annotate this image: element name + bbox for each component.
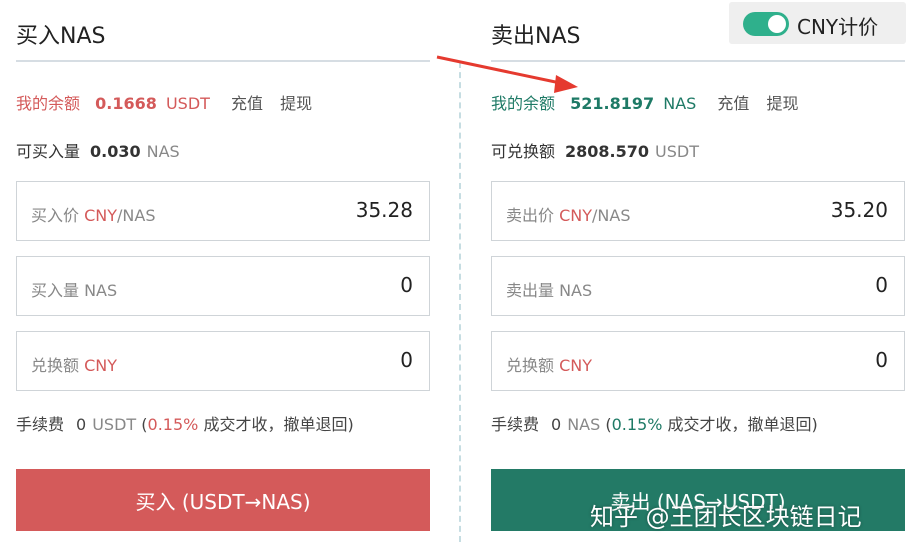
buy-panel: 买入NAS 我的余额 0.1668 USDT 充值 提现 可买入量 0.030 NA…: [16, 0, 430, 554]
sell-fee-row: 手续费 0 NAS (0.15% 成交才收，撤单退回): [491, 415, 818, 434]
title-divider: [491, 60, 905, 62]
exchange-field-value[interactable]: 0: [875, 348, 888, 372]
buy-exchange-input[interactable]: 兑换额 CNY 0: [16, 331, 430, 391]
fee-unit: USDT: [92, 415, 137, 434]
buy-balance-row: 我的余额 0.1668 USDT 充值 提现: [16, 90, 324, 114]
sell-available-row: 可兑换额 2808.570 USDT: [491, 138, 699, 162]
available-label: 可兑换额: [491, 142, 556, 161]
buy-price-input[interactable]: 买入价 CNY/NAS 35.28: [16, 181, 430, 241]
fee-label: 手续费: [491, 415, 540, 434]
available-unit: USDT: [655, 142, 699, 161]
balance-label: 我的余额: [16, 94, 81, 113]
panel-divider: [459, 62, 461, 542]
price-field-label: 买入价 CNY/NAS: [31, 206, 156, 225]
fee-rate: 0.15%: [147, 415, 199, 434]
title-divider: [16, 60, 430, 62]
fee-rate: 0.15%: [611, 415, 663, 434]
sell-amount-input[interactable]: 卖出量 NAS 0: [491, 256, 905, 316]
price-field-label: 卖出价 CNY/NAS: [506, 206, 631, 225]
buy-fee-row: 手续费 0 USDT (0.15% 成交才收，撤单退回): [16, 415, 354, 434]
balance-unit: NAS: [663, 94, 697, 113]
balance-unit: USDT: [165, 94, 210, 113]
balance-value: 521.8197: [570, 94, 655, 113]
fee-label: 手续费: [16, 415, 65, 434]
amount-field-value[interactable]: 0: [875, 273, 888, 297]
sell-title: 卖出NAS: [491, 24, 581, 49]
amount-field-label: 卖出量 NAS: [506, 281, 593, 300]
recharge-link[interactable]: 充值: [717, 94, 749, 113]
buy-amount-input[interactable]: 买入量 NAS 0: [16, 256, 430, 316]
balance-label: 我的余额: [491, 94, 556, 113]
fee-note: 成交才收，撤单退回): [203, 415, 354, 434]
price-field-value[interactable]: 35.28: [356, 198, 413, 222]
fee-value: 0: [76, 415, 87, 434]
price-field-value[interactable]: 35.20: [831, 198, 888, 222]
available-value: 0.030: [90, 142, 141, 161]
fee-unit: NAS: [567, 415, 601, 434]
fee-value: 0: [551, 415, 562, 434]
buy-available-row: 可买入量 0.030 NAS: [16, 138, 180, 162]
buy-title: 买入NAS: [16, 24, 106, 49]
buy-button[interactable]: 买入 (USDT→NAS): [16, 469, 430, 531]
withdraw-link[interactable]: 提现: [280, 94, 312, 113]
exchange-field-label: 兑换额 CNY: [506, 356, 593, 375]
amount-field-label: 买入量 NAS: [31, 281, 118, 300]
watermark: 知乎 @王团长区块链日记: [590, 503, 862, 531]
recharge-link[interactable]: 充值: [231, 94, 263, 113]
exchange-field-label: 兑换额 CNY: [31, 356, 118, 375]
amount-field-value[interactable]: 0: [400, 273, 413, 297]
exchange-field-value[interactable]: 0: [400, 348, 413, 372]
withdraw-link[interactable]: 提现: [767, 94, 799, 113]
sell-exchange-input[interactable]: 兑换额 CNY 0: [491, 331, 905, 391]
sell-panel: 卖出NAS 我的余额 521.8197 NAS 充值 提现 可兑换额 2808.5…: [491, 0, 905, 554]
sell-price-input[interactable]: 卖出价 CNY/NAS 35.20: [491, 181, 905, 241]
available-unit: NAS: [146, 142, 180, 161]
available-value: 2808.570: [565, 142, 650, 161]
available-label: 可买入量: [16, 142, 81, 161]
sell-balance-row: 我的余额 521.8197 NAS 充值 提现: [491, 90, 811, 114]
fee-note: 成交才收，撤单退回): [667, 415, 818, 434]
balance-value: 0.1668: [95, 94, 157, 113]
